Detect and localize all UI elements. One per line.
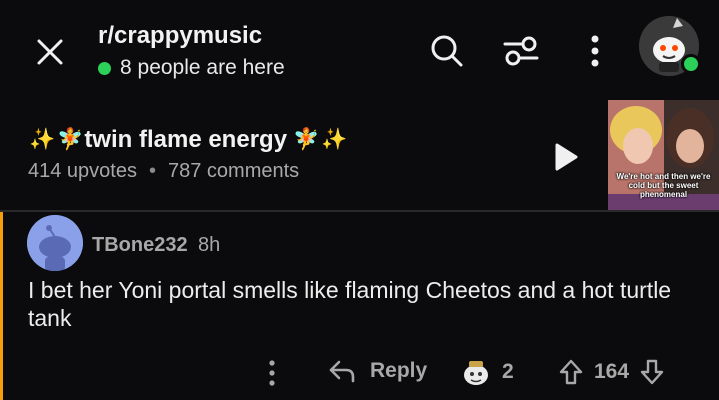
award-button[interactable]: 2 — [460, 356, 514, 388]
play-button[interactable] — [548, 140, 582, 174]
more-vertical-icon — [591, 35, 599, 67]
search-button[interactable] — [424, 28, 470, 74]
post-title-text: twin flame energy — [84, 126, 288, 153]
snoo-avatar-icon — [27, 215, 83, 271]
play-icon — [555, 143, 578, 171]
presence-indicator: 8 people are here — [98, 56, 285, 80]
comment-timestamp: 8h — [198, 234, 221, 256]
divider — [0, 210, 719, 212]
commenter-avatar[interactable] — [27, 215, 83, 271]
post-meta: 414 upvotes • 787 comments — [28, 160, 299, 183]
award-count: 2 — [502, 360, 514, 383]
online-status-icon — [681, 54, 701, 74]
close-button[interactable] — [30, 32, 70, 72]
award-icon — [464, 361, 488, 385]
reply-label: Reply — [370, 359, 428, 382]
sparkles-emoji: ✨ — [321, 128, 348, 151]
fairy-emoji: 🧚 — [57, 128, 84, 151]
search-icon — [431, 35, 463, 67]
subreddit-name[interactable]: r/crappymusic — [98, 22, 262, 50]
filter-button[interactable] — [498, 28, 544, 74]
comment-body: I bet her Yoni portal smells like flamin… — [28, 277, 672, 331]
vote-controls: 164 — [558, 358, 665, 386]
reply-button[interactable]: Reply — [328, 358, 427, 384]
more-vertical-icon — [269, 360, 275, 386]
overflow-menu-button[interactable] — [572, 28, 618, 74]
fairy-emoji: 🧚 — [293, 128, 320, 151]
vote-score: 164 — [594, 360, 630, 383]
reply-arrow-icon — [329, 360, 355, 383]
comment-more-button[interactable] — [262, 358, 282, 388]
thumbnail-caption: We're hot and then we're cold but the sw… — [616, 172, 711, 199]
comment-count: 787 comments — [168, 160, 300, 182]
user-avatar-button[interactable] — [639, 16, 701, 76]
post-title[interactable]: ✨ 🧚 twin flame energy 🧚 ✨ — [28, 126, 348, 154]
upvote-count: 414 upvotes — [28, 160, 137, 182]
comment-username[interactable]: TBone232 — [92, 234, 188, 257]
online-dot-icon — [98, 61, 111, 75]
close-icon — [37, 39, 63, 65]
filter-icon — [503, 36, 539, 66]
sparkles-emoji: ✨ — [29, 128, 56, 151]
thread-indicator-bar — [0, 212, 3, 400]
post-thumbnail[interactable]: We're hot and then we're cold but the sw… — [608, 100, 719, 210]
downvote-icon[interactable] — [639, 358, 665, 386]
meta-separator: • — [148, 160, 156, 182]
upvote-icon[interactable] — [558, 358, 584, 386]
presence-text: 8 people are here — [120, 56, 285, 79]
